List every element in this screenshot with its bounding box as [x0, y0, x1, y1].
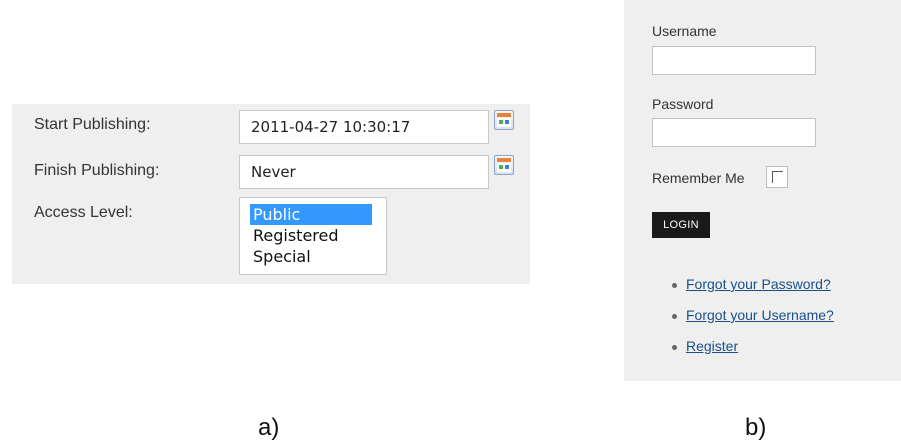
caption-a: a)	[258, 414, 280, 441]
access-level-option-special[interactable]: Special	[250, 246, 372, 267]
forgot-password-link[interactable]: Forgot your Password?	[686, 276, 831, 292]
finish-publishing-label: Finish Publishing:	[34, 162, 160, 179]
finish-publishing-calendar-button[interactable]	[494, 155, 514, 175]
login-button[interactable]: LOGIN	[652, 212, 710, 238]
password-input[interactable]	[652, 118, 816, 147]
remember-me-checkbox[interactable]	[766, 166, 788, 188]
access-level-listbox[interactable]: Public Registered Special	[239, 197, 387, 275]
caption-b: b)	[745, 414, 767, 441]
start-publishing-calendar-button[interactable]	[494, 110, 514, 130]
access-level-label: Access Level:	[34, 204, 133, 221]
access-level-option-registered[interactable]: Registered	[250, 225, 372, 246]
access-level-option-public[interactable]: Public	[250, 204, 372, 225]
finish-publishing-input[interactable]: Never	[239, 155, 489, 189]
forgot-username-link[interactable]: Forgot your Username?	[686, 307, 834, 323]
remember-me-label: Remember Me	[652, 170, 745, 186]
bullet-icon	[672, 345, 677, 350]
password-label: Password	[652, 96, 714, 112]
register-link[interactable]: Register	[686, 338, 738, 354]
publishing-options-panel: Start Publishing: 2011-04-27 10:30:17 Fi…	[12, 104, 530, 284]
username-input[interactable]	[652, 46, 816, 75]
bullet-icon	[672, 283, 677, 288]
start-publishing-label: Start Publishing:	[34, 116, 151, 133]
start-publishing-input[interactable]: 2011-04-27 10:30:17	[239, 110, 489, 144]
username-label: Username	[652, 23, 717, 39]
bullet-icon	[672, 314, 677, 319]
login-panel: Username Password Remember Me LOGIN Forg…	[624, 0, 901, 381]
